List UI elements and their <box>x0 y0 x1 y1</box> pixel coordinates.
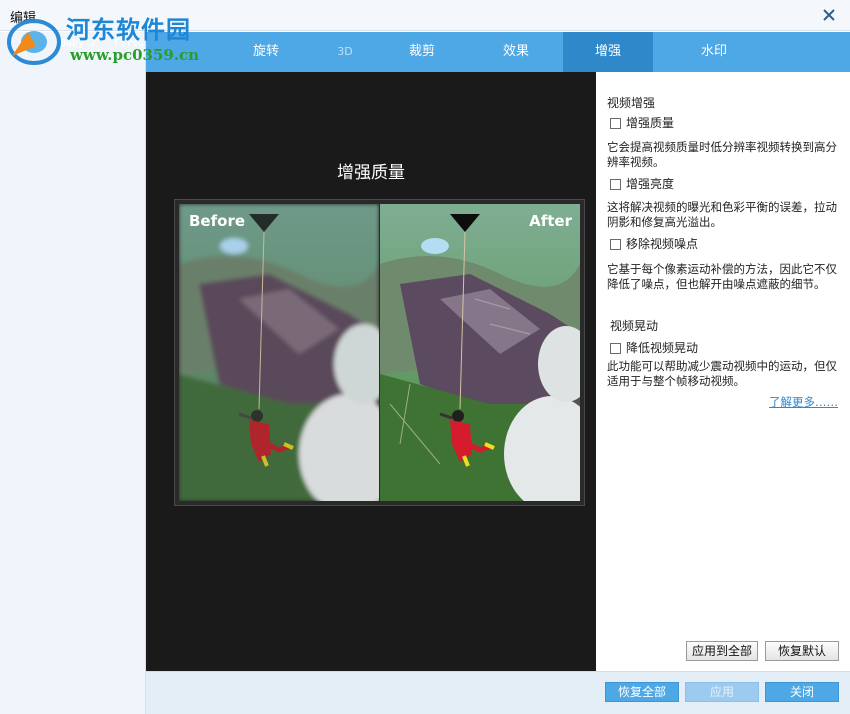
learn-more-link[interactable]: 了解更多…… <box>769 394 838 410</box>
checkbox-box[interactable] <box>610 117 621 129</box>
after-label: After <box>529 212 572 230</box>
checkbox-box[interactable] <box>610 342 621 354</box>
preview-area: 增强质量 Before After <box>146 72 596 671</box>
enhance-settings-panel: 视频增强 增强质量 它会提高视频质量时低分辨率视频转换到高分辨率视频。 增强亮度… <box>597 72 850 671</box>
edit-tab-bar: Baby 2 - Firs… 旋转 3D 裁剪 效果 增强 水印 <box>60 32 850 72</box>
remove-noise-checkbox[interactable]: 移除视频噪点 <box>610 236 698 252</box>
checkbox-label: 增强质量 <box>626 116 675 130</box>
apply-button[interactable]: 应用 <box>685 682 759 702</box>
apply-to-all-button[interactable]: 应用到全部 <box>686 641 758 661</box>
before-image: Before <box>179 204 379 501</box>
current-file-label[interactable]: Baby 2 - Firs… <box>60 38 150 49</box>
restore-all-button[interactable]: 恢复全部 <box>605 682 679 702</box>
close-icon[interactable] <box>820 6 838 24</box>
before-label: Before <box>189 212 246 230</box>
checkbox-label: 增强亮度 <box>626 177 675 191</box>
checkbox-box[interactable] <box>610 178 621 190</box>
file-sidebar[interactable] <box>0 32 146 714</box>
window-title: 编辑 <box>10 11 37 26</box>
tab-enhance[interactable]: 增强 <box>563 32 653 72</box>
close-button[interactable]: 关闭 <box>765 682 839 702</box>
tab-effect[interactable]: 效果 <box>472 32 560 72</box>
tab-rotate[interactable]: 旋转 <box>222 32 310 72</box>
enhance-brightness-checkbox[interactable]: 增强亮度 <box>610 176 674 192</box>
tab-crop[interactable]: 裁剪 <box>380 32 464 72</box>
reduce-shake-checkbox[interactable]: 降低视频晃动 <box>610 340 698 356</box>
after-image: After <box>380 204 580 501</box>
video-enhance-heading: 视频增强 <box>607 96 656 110</box>
enhance-brightness-description: 这将解决视频的曝光和色彩平衡的误差，拉动阴影和修复高光溢出。 <box>607 200 837 229</box>
checkbox-box[interactable] <box>610 238 621 250</box>
restore-default-button[interactable]: 恢复默认 <box>765 641 839 661</box>
checkbox-label: 降低视频晃动 <box>626 341 699 355</box>
reduce-shake-description: 此功能可以帮助减少震动视频中的运动，但仅适用于与整个帧移动视频。 <box>607 359 837 388</box>
preview-title: 增强质量 <box>337 163 405 183</box>
checkbox-label: 移除视频噪点 <box>626 237 699 251</box>
before-after-comparison: Before After <box>174 199 585 506</box>
enhance-quality-description: 它会提高视频质量时低分辨率视频转换到高分辨率视频。 <box>607 140 837 169</box>
tab-watermark[interactable]: 水印 <box>670 32 758 72</box>
footer-bar: 恢复全部 应用 关闭 <box>146 671 850 714</box>
title-bar: 编辑 <box>0 0 850 31</box>
video-shake-heading: 视频晃动 <box>610 319 659 333</box>
enhance-quality-checkbox[interactable]: 增强质量 <box>610 115 674 131</box>
remove-noise-description: 它基于每个像素运动补偿的方法，因此它不仅降低了噪点，但也解开由噪点遮蔽的细节。 <box>607 262 837 291</box>
tab-3d[interactable]: 3D <box>310 32 380 72</box>
